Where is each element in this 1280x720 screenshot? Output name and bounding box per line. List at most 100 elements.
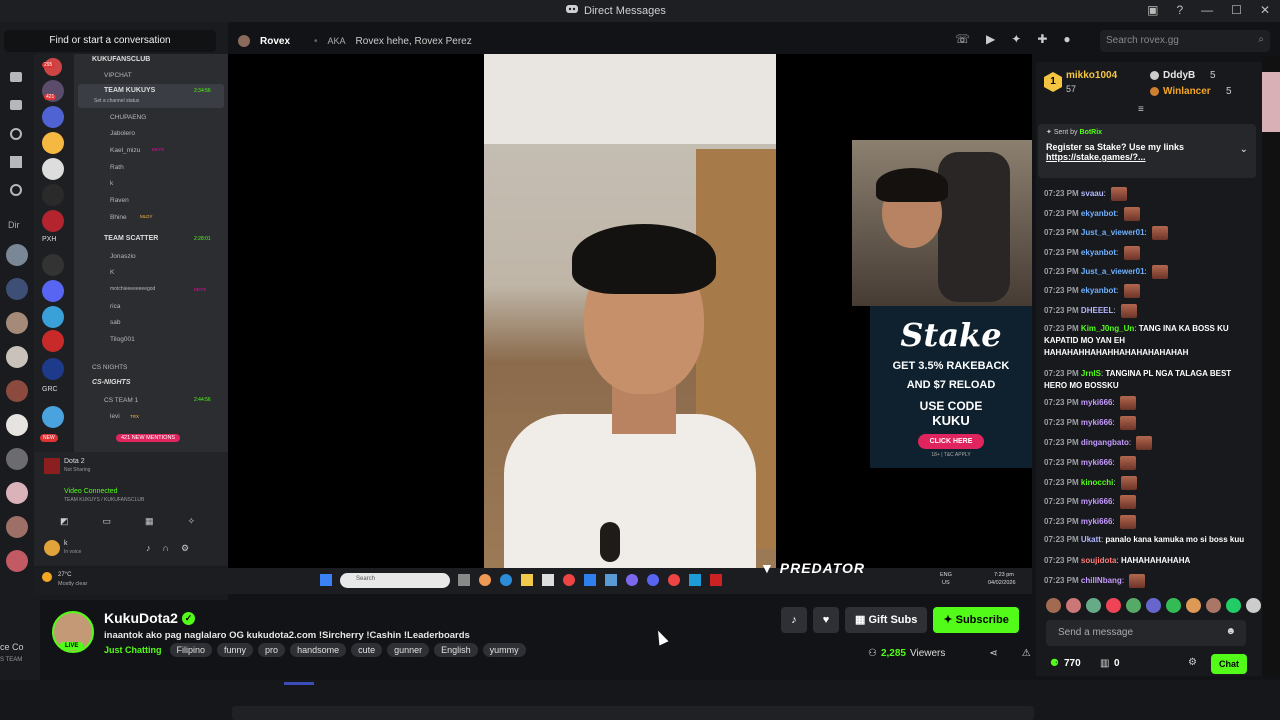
message-username[interactable]: Just_a_viewer01 (1081, 267, 1145, 276)
emoji-icon[interactable]: ☻ (1225, 626, 1236, 637)
send-message-input[interactable]: Send a message ☻ (1046, 620, 1246, 646)
screen: Direct Messages ▣ ? — ☐ ✕ Find or start … (0, 0, 1280, 720)
sent-by-label: Sent by (1053, 129, 1078, 136)
message-username[interactable]: DHEEEL (1081, 306, 1113, 315)
emote-icon[interactable] (1146, 598, 1161, 613)
channel-name[interactable]: KukuDota2 (104, 610, 178, 626)
emote-icon[interactable] (1206, 598, 1221, 613)
stream-tag[interactable]: English (434, 643, 478, 657)
camera-off-icon: ◩ (60, 516, 69, 526)
stream-tag[interactable]: pro (258, 643, 286, 657)
notification-bell-button[interactable]: ♪ (781, 607, 807, 633)
help-icon[interactable]: ? (1176, 3, 1183, 17)
message-username[interactable]: Ukatt (1081, 535, 1101, 544)
follow-heart-button[interactable]: ♥ (813, 607, 839, 633)
server-avatar[interactable] (6, 482, 28, 504)
emote-icon[interactable] (1166, 598, 1181, 613)
emote-icon[interactable] (1246, 598, 1261, 613)
channel-cs-team: CS TEAM 1 (104, 397, 139, 404)
close-button[interactable]: ✕ (1260, 3, 1270, 17)
apps-icon[interactable] (10, 156, 22, 168)
subscribe-button[interactable]: ✦ Subscribe (933, 607, 1019, 633)
dm-username: Rovex (260, 35, 291, 47)
message-username[interactable]: ekyanbot (1081, 286, 1116, 295)
stream-category[interactable]: Just Chatting (104, 645, 162, 655)
emote-icon[interactable] (1066, 598, 1081, 613)
right-edge-strip (1262, 56, 1280, 676)
app-icon (479, 574, 491, 586)
stream-tag[interactable]: funny (217, 643, 254, 657)
message-username[interactable]: Kim_J0ng_Un (1081, 324, 1134, 333)
pinned-link[interactable]: https://stake.games/?... (1046, 152, 1248, 162)
stream-tag[interactable]: handsome (290, 643, 347, 657)
settings-icon[interactable]: ⚙ (1188, 657, 1197, 668)
ad-click-button[interactable]: CLICK HERE (917, 434, 985, 449)
settings-rail-icon[interactable] (10, 184, 22, 196)
message-username[interactable]: JrnlS (1081, 369, 1101, 378)
inbox-rail-icon[interactable] (10, 100, 22, 110)
server-avatar[interactable] (6, 380, 28, 402)
stream-tag[interactable]: cute (351, 643, 383, 657)
message-time: 07:23 PM (1044, 497, 1079, 507)
emote-icon[interactable] (1086, 598, 1101, 613)
message-username[interactable]: myki666 (1081, 517, 1113, 526)
chat-message: 07:23 PM ekyanbot: (1044, 284, 1254, 298)
chat-message: 07:23 PM Just_a_viewer01: (1044, 226, 1254, 240)
server-avatar[interactable] (6, 244, 28, 266)
message-username[interactable]: myki666 (1081, 418, 1113, 427)
profile-icon[interactable]: ● (1063, 32, 1070, 46)
video-call-icon[interactable]: ▶ (986, 32, 995, 46)
emote-icon[interactable] (1226, 598, 1241, 613)
message-username[interactable]: kinocchi (1081, 478, 1113, 487)
server-avatar[interactable] (6, 346, 28, 368)
report-icon[interactable]: ⚠ (1022, 648, 1031, 659)
pin-icon[interactable]: ✦ (1011, 32, 1021, 46)
message-username[interactable]: myki666 (1081, 398, 1113, 407)
voice-member: K (110, 269, 115, 276)
message-username[interactable]: myki666 (1081, 497, 1113, 506)
stream-tag[interactable]: yummy (482, 643, 526, 657)
call-icon[interactable]: ☏ (955, 32, 970, 46)
gift-subs-button[interactable]: ▦ Gift Subs (845, 607, 928, 633)
message-username[interactable]: myki666 (1081, 458, 1113, 467)
message-username[interactable]: ekyanbot (1081, 248, 1116, 257)
video-connected: Video Connected (64, 488, 118, 495)
side-label: ce Co (0, 642, 24, 652)
scroll-icon[interactable]: ≡ (1138, 104, 1144, 115)
server-avatar[interactable] (6, 448, 28, 470)
message-username[interactable]: Just_a_viewer01 (1081, 228, 1145, 237)
maximize-button[interactable]: ☐ (1231, 3, 1242, 17)
dm-icon[interactable] (10, 72, 22, 82)
activity-icon[interactable] (10, 128, 22, 140)
inbox-icon[interactable]: ▣ (1147, 3, 1158, 17)
server-avatar[interactable] (6, 278, 28, 300)
message-username[interactable]: svaau (1081, 189, 1104, 198)
new-mentions-badge[interactable]: 421 NEW MENTIONS (116, 434, 181, 442)
stream-tag[interactable]: gunner (387, 643, 430, 657)
message-username[interactable]: dingangbato (1081, 438, 1129, 447)
server-avatar[interactable] (6, 550, 28, 572)
message-username[interactable]: soujidota (1081, 556, 1117, 565)
share-icon[interactable]: ⋖ (989, 648, 997, 659)
server-avatar[interactable] (6, 414, 28, 436)
emote-icon[interactable] (1106, 598, 1121, 613)
message-username[interactable]: ekyanbot (1081, 209, 1116, 218)
emote-icon[interactable] (1186, 598, 1201, 613)
find-conversation-button[interactable]: Find or start a conversation (4, 30, 216, 52)
emote-icon[interactable] (1046, 598, 1061, 613)
message-username[interactable]: chillNbang (1081, 576, 1122, 585)
message-bar[interactable] (232, 706, 1034, 720)
emote-icon (1123, 246, 1140, 260)
emote-icon[interactable] (1126, 598, 1141, 613)
ad-code: KUKU (932, 413, 970, 428)
dm-search-input[interactable]: Search rovex.gg ⌕ (1100, 30, 1270, 52)
add-friend-icon[interactable]: ✚ (1037, 32, 1047, 46)
pinned-message[interactable]: ✦ Sent by BotRix Register sa Stake? Use … (1038, 124, 1256, 178)
stake-ad[interactable]: Stake GET 3.5% RAKEBACK AND $7 RELOAD US… (870, 306, 1032, 468)
minimize-button[interactable]: — (1201, 3, 1213, 17)
server-avatar[interactable] (6, 516, 28, 538)
chat-send-button[interactable]: Chat (1211, 654, 1247, 674)
server-avatar[interactable] (6, 312, 28, 334)
chevron-down-icon[interactable]: ⌄ (1240, 144, 1248, 155)
stream-tag[interactable]: Filipino (169, 643, 213, 657)
